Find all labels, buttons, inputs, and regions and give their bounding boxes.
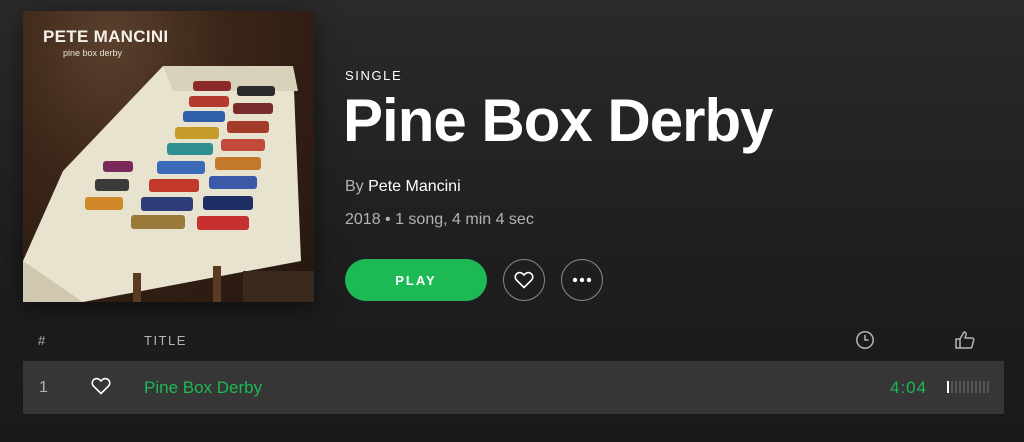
popularity-tick bbox=[983, 381, 985, 393]
column-header-number: # bbox=[38, 333, 47, 348]
popularity-tick bbox=[959, 381, 961, 393]
popularity-tick bbox=[963, 381, 965, 393]
track-row[interactable]: 1 Pine Box Derby 4:04 bbox=[23, 361, 1004, 414]
heart-outline-icon bbox=[514, 271, 534, 289]
popularity-tick bbox=[987, 381, 989, 393]
popularity-tick bbox=[947, 381, 949, 393]
more-options-button[interactable] bbox=[561, 259, 603, 301]
thumbs-up-icon bbox=[955, 331, 975, 349]
column-header-duration[interactable] bbox=[855, 330, 875, 355]
popularity-tick bbox=[979, 381, 981, 393]
column-header-popularity[interactable] bbox=[954, 330, 976, 355]
track-popularity-bar bbox=[947, 381, 991, 393]
play-button[interactable]: PLAY bbox=[345, 259, 487, 301]
album-meta: 2018 • 1 song, 4 min 4 sec bbox=[345, 211, 534, 228]
popularity-tick bbox=[971, 381, 973, 393]
release-type-label: SINGLE bbox=[345, 68, 403, 83]
column-header-title[interactable]: TITLE bbox=[144, 333, 187, 348]
album-page: PETE MANCINI pine box derby SINGLE Pine … bbox=[0, 0, 1024, 442]
track-save-button[interactable] bbox=[91, 377, 111, 400]
popularity-tick bbox=[955, 381, 957, 393]
popularity-tick bbox=[951, 381, 953, 393]
cover-art-subtitle: pine box derby bbox=[63, 48, 123, 58]
popularity-tick bbox=[975, 381, 977, 393]
popularity-tick bbox=[967, 381, 969, 393]
artist-link[interactable]: Pete Mancini bbox=[368, 178, 461, 195]
cover-art-title: PETE MANCINI bbox=[43, 27, 169, 46]
clock-icon bbox=[856, 331, 874, 349]
save-button[interactable] bbox=[503, 259, 545, 301]
album-cover: PETE MANCINI pine box derby bbox=[23, 11, 314, 302]
ellipsis-icon bbox=[572, 277, 592, 283]
heart-outline-icon bbox=[91, 377, 111, 395]
album-byline: By Pete Mancini bbox=[345, 178, 461, 196]
by-prefix: By bbox=[345, 178, 364, 195]
track-title[interactable]: Pine Box Derby bbox=[144, 378, 262, 398]
track-duration: 4:04 bbox=[890, 378, 928, 397]
track-number: 1 bbox=[39, 379, 48, 396]
album-title: Pine Box Derby bbox=[343, 87, 773, 154]
